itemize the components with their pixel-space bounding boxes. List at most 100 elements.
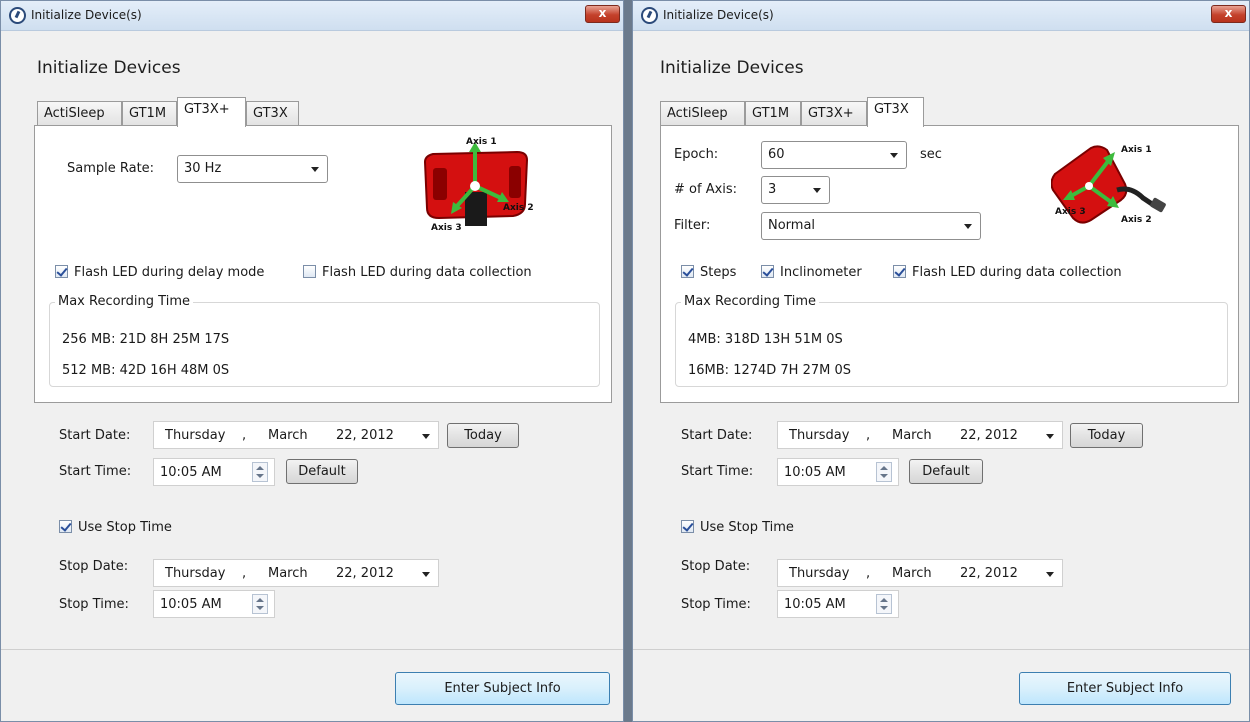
use-stop-time-checkbox[interactable]: Use Stop Time bbox=[681, 520, 794, 535]
default-button[interactable]: Default bbox=[909, 459, 983, 484]
tab-gt3x[interactable]: GT3X bbox=[867, 97, 924, 127]
start-date-month: March bbox=[892, 428, 932, 443]
epoch-label: Epoch: bbox=[674, 147, 719, 162]
axis-1-label: Axis 1 bbox=[1121, 145, 1152, 155]
checkbox-checked-icon bbox=[681, 520, 694, 533]
start-date-date: 22, 2012 bbox=[336, 428, 394, 443]
filter-dropdown[interactable]: Normal bbox=[761, 212, 981, 240]
flash-led-delay-checkbox[interactable]: Flash LED during delay mode bbox=[55, 265, 264, 280]
start-time-field[interactable]: 10:05 AM bbox=[777, 458, 899, 486]
max-recording-time-group: Max Recording Time 256 MB: 21D 8H 25M 17… bbox=[49, 294, 600, 387]
title-bar[interactable]: Initialize Device(s) x bbox=[1, 1, 623, 31]
stop-date-picker[interactable]: Thursday , March 22, 2012 bbox=[153, 559, 439, 587]
start-date-date: 22, 2012 bbox=[960, 428, 1018, 443]
chevron-down-icon bbox=[1046, 434, 1054, 439]
enter-subject-info-button[interactable]: Enter Subject Info bbox=[1019, 672, 1231, 705]
tab-actisleep[interactable]: ActiSleep bbox=[660, 101, 745, 126]
axis-1-label: Axis 1 bbox=[466, 137, 497, 147]
start-date-separator: , bbox=[866, 428, 871, 443]
checkbox-checked-icon bbox=[55, 265, 68, 278]
flash-led-collection-checkbox[interactable]: Flash LED during data collection bbox=[303, 265, 532, 280]
stop-time-label: Stop Time: bbox=[59, 597, 129, 612]
spinner-icon[interactable] bbox=[876, 594, 892, 614]
max-recording-time-group: Max Recording Time 4MB: 318D 13H 51M 0S … bbox=[675, 294, 1228, 387]
chevron-down-icon bbox=[964, 224, 972, 229]
footer-divider bbox=[1, 649, 623, 650]
flash-led-collection-label: Flash LED during data collection bbox=[322, 265, 532, 280]
chevron-down-icon bbox=[422, 572, 430, 577]
stop-date-separator: , bbox=[242, 566, 247, 581]
tab-gt3x[interactable]: GT3X bbox=[246, 101, 299, 126]
recording-time-4mb: 4MB: 318D 13H 51M 0S bbox=[688, 332, 843, 347]
stop-time-field[interactable]: 10:05 AM bbox=[153, 590, 275, 618]
start-date-picker[interactable]: Thursday , March 22, 2012 bbox=[777, 421, 1063, 449]
flash-led-collection-checkbox[interactable]: Flash LED during data collection bbox=[893, 265, 1122, 280]
axis-count-label: # of Axis: bbox=[674, 182, 738, 197]
window-title: Initialize Device(s) bbox=[31, 8, 142, 22]
start-date-picker[interactable]: Thursday , March 22, 2012 bbox=[153, 421, 439, 449]
gt3x-plus-settings-panel: Sample Rate: 30 Hz Axis 1 Axis 2 Axis 3 … bbox=[34, 125, 612, 403]
enter-subject-info-button[interactable]: Enter Subject Info bbox=[395, 672, 610, 705]
steps-checkbox[interactable]: Steps bbox=[681, 265, 736, 280]
today-button[interactable]: Today bbox=[1070, 423, 1143, 448]
start-time-label: Start Time: bbox=[59, 464, 132, 479]
title-bar[interactable]: Initialize Device(s) x bbox=[633, 1, 1249, 31]
axis-2-label: Axis 2 bbox=[503, 203, 534, 213]
epoch-value: 60 bbox=[768, 147, 785, 162]
tab-gt3x-plus[interactable]: GT3X+ bbox=[177, 97, 246, 127]
start-time-label: Start Time: bbox=[681, 464, 754, 479]
tab-gt3x-plus[interactable]: GT3X+ bbox=[801, 101, 867, 126]
use-stop-time-label: Use Stop Time bbox=[78, 520, 172, 535]
flash-led-collection-label: Flash LED during data collection bbox=[912, 265, 1122, 280]
inclinometer-label: Inclinometer bbox=[780, 265, 862, 280]
sample-rate-label: Sample Rate: bbox=[67, 161, 155, 176]
inclinometer-checkbox[interactable]: Inclinometer bbox=[761, 265, 862, 280]
device-axes-image: Axis 1 Axis 2 Axis 3 bbox=[1051, 145, 1166, 225]
start-date-day: Thursday bbox=[789, 428, 850, 443]
tab-gt1m[interactable]: GT1M bbox=[745, 101, 801, 126]
chevron-down-icon bbox=[311, 167, 319, 172]
spinner-icon[interactable] bbox=[252, 462, 268, 482]
stop-date-day: Thursday bbox=[789, 566, 850, 581]
stop-date-separator: , bbox=[866, 566, 871, 581]
initialize-window-gt3x: Initialize Device(s) x Initialize Device… bbox=[632, 0, 1250, 722]
checkbox-unchecked-icon bbox=[303, 265, 316, 278]
sample-rate-dropdown[interactable]: 30 Hz bbox=[177, 155, 328, 183]
default-button[interactable]: Default bbox=[286, 459, 358, 484]
stop-date-month: March bbox=[268, 566, 308, 581]
start-date-label: Start Date: bbox=[59, 428, 131, 443]
epoch-dropdown[interactable]: 60 bbox=[761, 141, 907, 169]
spinner-icon[interactable] bbox=[252, 594, 268, 614]
close-button[interactable]: x bbox=[1211, 5, 1246, 23]
use-stop-time-checkbox[interactable]: Use Stop Time bbox=[59, 520, 172, 535]
gt3x-settings-panel: Epoch: 60 sec # of Axis: 3 Filter: Norma… bbox=[660, 125, 1239, 403]
close-button[interactable]: x bbox=[585, 5, 620, 23]
recording-time-16mb: 16MB: 1274D 7H 27M 0S bbox=[688, 363, 852, 378]
recording-time-256mb: 256 MB: 21D 8H 25M 17S bbox=[62, 332, 230, 347]
initialize-window-gt3x-plus: Initialize Device(s) x Initialize Device… bbox=[0, 0, 624, 722]
window-title: Initialize Device(s) bbox=[663, 8, 774, 22]
tab-actisleep[interactable]: ActiSleep bbox=[37, 101, 122, 126]
filter-value: Normal bbox=[768, 218, 816, 233]
axis-count-dropdown[interactable]: 3 bbox=[761, 176, 830, 204]
spinner-icon[interactable] bbox=[876, 462, 892, 482]
stop-time-value: 10:05 AM bbox=[784, 597, 846, 612]
stop-time-label: Stop Time: bbox=[681, 597, 751, 612]
tab-gt1m[interactable]: GT1M bbox=[122, 101, 177, 126]
max-recording-time-title: Max Recording Time bbox=[681, 294, 819, 309]
start-time-field[interactable]: 10:05 AM bbox=[153, 458, 275, 486]
chevron-down-icon bbox=[813, 188, 821, 193]
start-date-separator: , bbox=[242, 428, 247, 443]
start-time-value: 10:05 AM bbox=[784, 465, 846, 480]
start-time-value: 10:05 AM bbox=[160, 465, 222, 480]
stop-time-value: 10:05 AM bbox=[160, 597, 222, 612]
today-button[interactable]: Today bbox=[447, 423, 519, 448]
stop-date-picker[interactable]: Thursday , March 22, 2012 bbox=[777, 559, 1063, 587]
stop-time-field[interactable]: 10:05 AM bbox=[777, 590, 899, 618]
stop-date-label: Stop Date: bbox=[681, 559, 751, 574]
stop-date-month: March bbox=[892, 566, 932, 581]
actigraph-logo-icon bbox=[9, 7, 26, 24]
axis-3-label: Axis 3 bbox=[431, 223, 462, 233]
use-stop-time-label: Use Stop Time bbox=[700, 520, 794, 535]
stop-date-date: 22, 2012 bbox=[336, 566, 394, 581]
